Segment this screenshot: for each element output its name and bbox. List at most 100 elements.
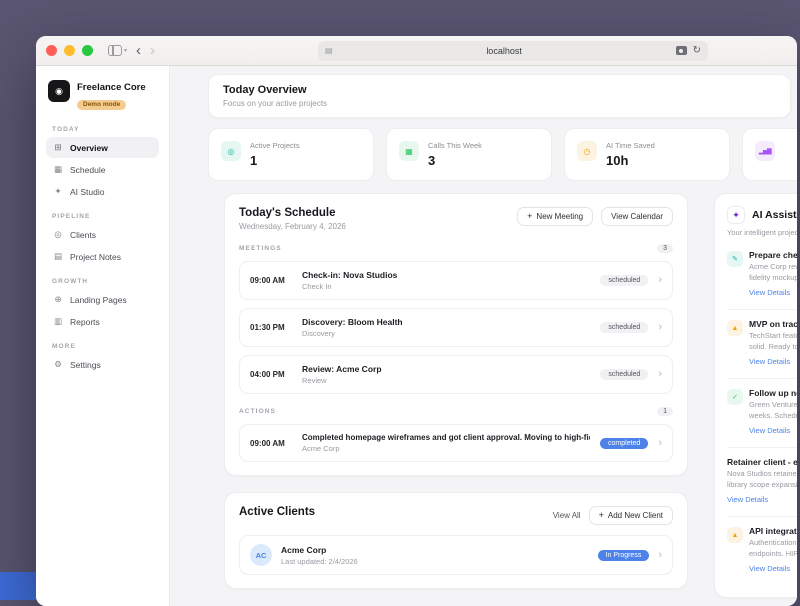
page-header-card: Today Overview Focus on your active proj… bbox=[208, 74, 791, 118]
chat-icon: ✎ bbox=[727, 251, 743, 267]
sidebar-item-reports[interactable]: ▥ Reports bbox=[46, 311, 159, 332]
client-row[interactable]: AC Acme Corp Last updated: 2/4/2026 In P… bbox=[239, 535, 673, 575]
stat-label: Calls This Week bbox=[428, 141, 482, 150]
minimize-window-button[interactable] bbox=[64, 45, 75, 56]
ai-card-desc: solid. Ready to begi bbox=[749, 342, 797, 351]
client-name: Acme Corp bbox=[281, 545, 589, 555]
sidebar-item-project-notes[interactable]: ▤ Project Notes bbox=[46, 246, 159, 267]
meeting-subtitle: Review bbox=[302, 376, 590, 385]
ai-card-title: API integration pr bbox=[749, 526, 797, 536]
ai-suggestion-card[interactable]: ▲ API integration pr Authentication modu… bbox=[727, 517, 797, 585]
sidebar-item-schedule[interactable]: ▦ Schedule bbox=[46, 159, 159, 180]
sidebar-item-label: Landing Pages bbox=[70, 295, 127, 305]
meeting-row[interactable]: 01:30 PM Discovery: Bloom Health Discove… bbox=[239, 308, 673, 347]
app-brand: ◉ Freelance Core Demo mode bbox=[46, 78, 159, 115]
stat-text: AI Time Saved 10h bbox=[606, 141, 655, 168]
zoom-window-button[interactable] bbox=[82, 45, 93, 56]
stat-card-partial: ▂▅▇ bbox=[742, 128, 797, 181]
ai-suggestion-card[interactable]: ✎ Prepare checkout Acme Corp review sc f… bbox=[727, 241, 797, 310]
meeting-time: 01:30 PM bbox=[250, 323, 292, 332]
alert-icon: ▲ bbox=[727, 527, 743, 543]
status-badge: scheduled bbox=[600, 369, 648, 380]
ai-card-desc: Green Ventures budg bbox=[749, 400, 797, 409]
meeting-row[interactable]: 09:00 AM Check-in: Nova Studios Check In… bbox=[239, 261, 673, 300]
ai-suggestion-card[interactable]: ✓ Follow up needed Green Ventures budg w… bbox=[727, 379, 797, 448]
sidebar-item-overview[interactable]: ⊞ Overview bbox=[46, 137, 159, 158]
ai-suggestion-card[interactable]: ▲ MVP on track for t TechStart feature s… bbox=[727, 310, 797, 379]
chevron-right-icon[interactable]: › bbox=[658, 322, 662, 333]
ai-card-body: MVP on track for t TechStart feature sp … bbox=[749, 319, 797, 369]
meetings-label: MEETINGS bbox=[239, 245, 282, 252]
sidebar-item-settings[interactable]: ⚙ Settings bbox=[46, 354, 159, 375]
clock-icon: ◷ bbox=[577, 141, 597, 161]
action-title: Completed homepage wireframes and got cl… bbox=[302, 433, 590, 442]
ai-suggestion-list: ✎ Prepare checkout Acme Corp review sc f… bbox=[727, 241, 797, 585]
schedule-card: Today's Schedule Wednesday, February 4, … bbox=[224, 193, 688, 476]
clients-header: Active Clients View All + Add New Client bbox=[239, 506, 673, 525]
address-bar[interactable]: ▤ localhost ↻ bbox=[318, 41, 708, 61]
schedule-date: Wednesday, February 4, 2026 bbox=[239, 222, 346, 231]
forward-button[interactable]: › bbox=[150, 43, 155, 58]
meeting-row[interactable]: 04:00 PM Review: Acme Corp Review schedu… bbox=[239, 355, 673, 394]
stat-text: Active Projects 1 bbox=[250, 141, 300, 168]
button-label: View Calendar bbox=[611, 212, 663, 221]
chevron-right-icon[interactable]: › bbox=[658, 275, 662, 286]
users-icon: ◎ bbox=[221, 141, 241, 161]
view-details-link[interactable]: View Details bbox=[749, 564, 790, 573]
view-details-link[interactable]: View Details bbox=[749, 357, 790, 366]
wallpaper-blue-corner bbox=[0, 572, 38, 600]
schedule-header: Today's Schedule Wednesday, February 4, … bbox=[239, 207, 673, 231]
schedule-title: Today's Schedule bbox=[239, 207, 346, 219]
stat-card-active-projects: ◎ Active Projects 1 bbox=[208, 128, 374, 181]
view-all-button[interactable]: View All bbox=[553, 511, 581, 520]
page-subtitle: Focus on your active projects bbox=[223, 99, 776, 108]
sidebar-item-landing-pages[interactable]: ⊕ Landing Pages bbox=[46, 289, 159, 310]
back-button[interactable]: ‹ bbox=[136, 43, 141, 58]
view-calendar-button[interactable]: View Calendar bbox=[601, 207, 673, 226]
view-details-link[interactable]: View Details bbox=[749, 426, 790, 435]
nav-section-today: TODAY bbox=[52, 126, 153, 133]
ai-card-title: Prepare checkout bbox=[749, 250, 797, 260]
sidebar-item-label: Schedule bbox=[70, 165, 105, 175]
schedule-actions: + New Meeting View Calendar bbox=[517, 207, 673, 226]
action-row[interactable]: 09:00 AM Completed homepage wireframes a… bbox=[239, 424, 673, 462]
chevron-right-icon[interactable]: › bbox=[658, 438, 662, 449]
chevron-right-icon[interactable]: › bbox=[658, 550, 662, 561]
ai-card-body: Prepare checkout Acme Corp review sc fid… bbox=[749, 250, 797, 300]
status-badge: scheduled bbox=[600, 275, 648, 286]
sidebar-item-label: Overview bbox=[70, 143, 108, 153]
browser-sidebar-toggle[interactable]: ▾ bbox=[108, 45, 127, 56]
sidebar-item-clients[interactable]: ◎ Clients bbox=[46, 224, 159, 245]
status-badge: completed bbox=[600, 438, 648, 449]
actions-label-row: ACTIONS 1 bbox=[239, 407, 673, 416]
sparkle-icon: ✦ bbox=[727, 206, 745, 224]
view-details-link[interactable]: View Details bbox=[749, 288, 790, 297]
plus-icon: + bbox=[527, 212, 532, 221]
ai-card-desc: library scope expansion bbox=[727, 480, 797, 489]
add-client-button[interactable]: + Add New Client bbox=[589, 506, 673, 525]
reload-button[interactable]: ↻ bbox=[693, 45, 701, 56]
stat-label: AI Time Saved bbox=[606, 141, 655, 150]
client-text: Acme Corp Last updated: 2/4/2026 bbox=[281, 545, 589, 566]
ai-assistant-subtitle: Your intelligent project ma bbox=[727, 228, 797, 237]
chevron-right-icon[interactable]: › bbox=[658, 369, 662, 380]
stat-card-ai-time-saved: ◷ AI Time Saved 10h bbox=[564, 128, 730, 181]
calendar-icon: ▦ bbox=[399, 141, 419, 161]
plus-icon: + bbox=[599, 511, 604, 520]
view-details-link[interactable]: View Details bbox=[727, 495, 768, 504]
content-blocker-icon[interactable] bbox=[676, 46, 687, 55]
status-badge: scheduled bbox=[600, 322, 648, 333]
sidebar-item-label: Project Notes bbox=[70, 252, 121, 262]
demo-mode-badge: Demo mode bbox=[77, 100, 126, 110]
browser-toolbar: ▾ ‹ › ▤ localhost ↻ bbox=[36, 36, 797, 66]
new-meeting-button[interactable]: + New Meeting bbox=[517, 207, 593, 226]
ai-card-desc: weeks. Schedule foll bbox=[749, 411, 797, 420]
close-window-button[interactable] bbox=[46, 45, 57, 56]
page-icon: ▤ bbox=[325, 46, 333, 55]
client-avatar: AC bbox=[250, 544, 272, 566]
ai-suggestion-card[interactable]: Retainer client - exp Nova Studios retai… bbox=[727, 448, 797, 517]
sidebar-item-label: Settings bbox=[70, 360, 101, 370]
bar-chart-icon: ▂▅▇ bbox=[755, 141, 775, 161]
sidebar-item-ai-studio[interactable]: ✦ AI Studio bbox=[46, 181, 159, 202]
nav-section-more: MORE bbox=[52, 343, 153, 350]
